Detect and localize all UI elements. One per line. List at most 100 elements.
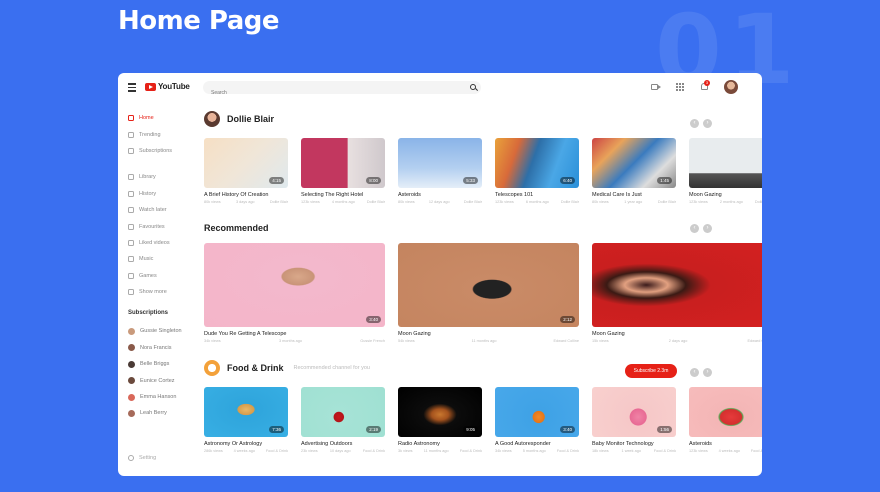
heart-icon	[128, 239, 134, 246]
chevron-left-icon[interactable]: ‹	[690, 119, 699, 128]
video-card[interactable]: 4:15 A Brief History Of Creation 80k views…	[204, 138, 288, 204]
video-thumbnail[interactable]: 7:36	[204, 387, 288, 437]
video-thumbnail[interactable]	[592, 243, 762, 327]
subscription-name: Nora Francis	[140, 344, 172, 351]
video-title[interactable]: Asteroids	[398, 192, 482, 198]
video-title[interactable]: Radio Astronomy	[398, 441, 482, 447]
app-window: YouTube 3 HomeTrendingSubscriptions Libr…	[118, 73, 762, 476]
chevron-right-icon[interactable]: ›	[703, 119, 712, 128]
subscription-avatar	[128, 409, 135, 417]
video-thumbnail[interactable]: 3:40	[495, 387, 579, 437]
subscription-item[interactable]: Leah Berry	[128, 405, 198, 421]
video-card[interactable]: 7:36 Astronomy Or Astrology 286k views 4 we…	[204, 387, 288, 453]
sidebar-item-home[interactable]: Home	[128, 110, 198, 126]
chevron-left-icon[interactable]: ‹	[690, 368, 699, 377]
video-thumbnail[interactable]	[689, 387, 762, 437]
food-channel-avatar[interactable]	[204, 360, 220, 376]
video-thumbnail[interactable]: 5:33	[398, 138, 482, 188]
sidebar-item-library[interactable]: Library	[128, 169, 198, 185]
video-card[interactable]: 1:45 Medical Care Is Just 80k views 1 year …	[592, 138, 676, 204]
youtube-logo[interactable]: YouTube	[145, 82, 190, 91]
video-duration: 7:36	[269, 426, 284, 433]
video-thumbnail[interactable]: 4:15	[204, 138, 288, 188]
video-duration: 3:40	[366, 316, 381, 323]
video-card[interactable]: Moon Gazing 123k views 2 months ago Dollie …	[689, 138, 762, 204]
video-title[interactable]: Selecting The Right Hotel	[301, 192, 385, 198]
channel-avatar[interactable]	[204, 111, 220, 127]
video-views: 34k views	[204, 339, 221, 343]
subscription-item[interactable]: Eunice Cortez	[128, 372, 198, 388]
video-age: 11 months ago	[471, 339, 497, 343]
video-thumbnail[interactable]: 1:56	[592, 387, 676, 437]
chevron-left-icon[interactable]: ‹	[690, 224, 699, 233]
music-icon	[128, 256, 134, 263]
video-thumbnail[interactable]: 2:19	[301, 387, 385, 437]
video-title[interactable]: Moon Gazing	[398, 331, 579, 337]
video-card[interactable]: 5:33 Asteroids 80k views 12 days ago Dollie …	[398, 138, 482, 204]
video-card[interactable]: 1:56 Baby Monitor Technology 18k views 1 we…	[592, 387, 676, 453]
video-thumbnail[interactable]: 9:05	[398, 387, 482, 437]
chevron-right-icon[interactable]: ›	[703, 368, 712, 377]
menu-icon[interactable]	[128, 83, 136, 92]
video-thumbnail[interactable]: 2:12	[398, 243, 579, 327]
video-duration: 4:15	[269, 177, 284, 184]
home-icon	[128, 115, 134, 122]
subscription-item[interactable]: Nora Francis	[128, 340, 198, 356]
video-channel: Food & Drink	[556, 449, 579, 453]
history-icon	[128, 190, 134, 197]
video-card[interactable]: 6:40 Telescopes 101 123k views 6 months ago…	[495, 138, 579, 204]
video-meta: 34k views 3 months ago Gussie French	[204, 339, 385, 343]
food-video-row: 7:36 Astronomy Or Astrology 286k views 4 we…	[204, 387, 762, 453]
sidebar-item-favourites[interactable]: Favourites	[128, 218, 198, 234]
subscribe-button[interactable]: Subscribe 2.3m	[625, 364, 677, 378]
video-views: 80k views	[204, 200, 221, 204]
sidebar-item-trending[interactable]: Trending	[128, 126, 198, 142]
subscription-item[interactable]: Emma Hanson	[128, 389, 198, 405]
sidebar-item-show-more[interactable]: Show more	[128, 284, 198, 300]
video-title[interactable]: Moon Gazing	[592, 331, 762, 337]
sidebar-item-liked-videos[interactable]: Liked videos	[128, 235, 198, 251]
video-title[interactable]: Baby Monitor Technology	[592, 441, 676, 447]
sidebar-item-games[interactable]: Games	[128, 268, 198, 284]
video-title[interactable]: Telescopes 101	[495, 192, 579, 198]
video-views: 54k views	[398, 339, 415, 343]
video-thumbnail[interactable]: 3:40	[204, 243, 385, 327]
sidebar-item-history[interactable]: History	[128, 186, 198, 202]
video-thumbnail[interactable]: 6:40	[495, 138, 579, 188]
video-title[interactable]: A Good Autoresponder	[495, 441, 579, 447]
sidebar-item-watch-later[interactable]: Watch later	[128, 202, 198, 218]
subscription-item[interactable]: Gussie Singleton	[128, 323, 198, 339]
video-title[interactable]: Astronomy Or Astrology	[204, 441, 288, 447]
video-thumbnail[interactable]	[689, 138, 762, 188]
video-title[interactable]: Medical Care Is Just	[592, 192, 676, 198]
video-card[interactable]: 3:40 A Good Autoresponder 34k views 5 month…	[495, 387, 579, 453]
video-channel: Food & Drink	[265, 449, 288, 453]
settings-label: Setting	[139, 455, 157, 461]
video-card[interactable]: 2:19 Advertising Outdoors 23k views 10 days…	[301, 387, 385, 453]
video-title[interactable]: A Brief History Of Creation	[204, 192, 288, 198]
video-card[interactable]: 9:05 Radio Astronomy 3k views 11 months ago…	[398, 387, 482, 453]
video-title[interactable]: Asteroids	[689, 441, 762, 447]
video-card[interactable]: Asteroids 123k views 4 weeks ago Food & Dri…	[689, 387, 762, 453]
page-title: Home Page	[118, 6, 280, 36]
video-title[interactable]: Dude You Re Getting A Telescope	[204, 331, 385, 337]
chevron-right-icon[interactable]: ›	[703, 224, 712, 233]
video-title[interactable]: Moon Gazing	[689, 192, 762, 198]
video-card[interactable]: 2:12 Moon Gazing 54k views 11 months ago Edw…	[398, 243, 579, 343]
subscription-item[interactable]: Belle Briggs	[128, 356, 198, 372]
video-thumbnail[interactable]: 8:00	[301, 138, 385, 188]
video-age: 2 days ago	[668, 339, 688, 343]
video-card[interactable]: Moon Gazing 15k views 2 days ago Edward Col…	[592, 243, 762, 343]
video-card[interactable]: 8:00 Selecting The Right Hotel 123k views 4…	[301, 138, 385, 204]
channel-name[interactable]: Dollie Blair	[227, 114, 274, 124]
food-channel-name[interactable]: Food & Drink	[227, 363, 284, 373]
video-card[interactable]: 3:40 Dude You Re Getting A Telescope 34k v…	[204, 243, 385, 343]
video-title[interactable]: Advertising Outdoors	[301, 441, 385, 447]
sidebar-item-settings[interactable]: Setting	[128, 455, 156, 461]
subscription-name: Belle Briggs	[140, 361, 170, 368]
video-meta: 15k views 2 days ago Edward Colline	[592, 339, 762, 343]
sidebar-item-subscriptions[interactable]: Subscriptions	[128, 143, 198, 159]
sidebar-item-music[interactable]: Music	[128, 251, 198, 267]
video-thumbnail[interactable]: 1:45	[592, 138, 676, 188]
subscription-avatar	[128, 360, 135, 368]
